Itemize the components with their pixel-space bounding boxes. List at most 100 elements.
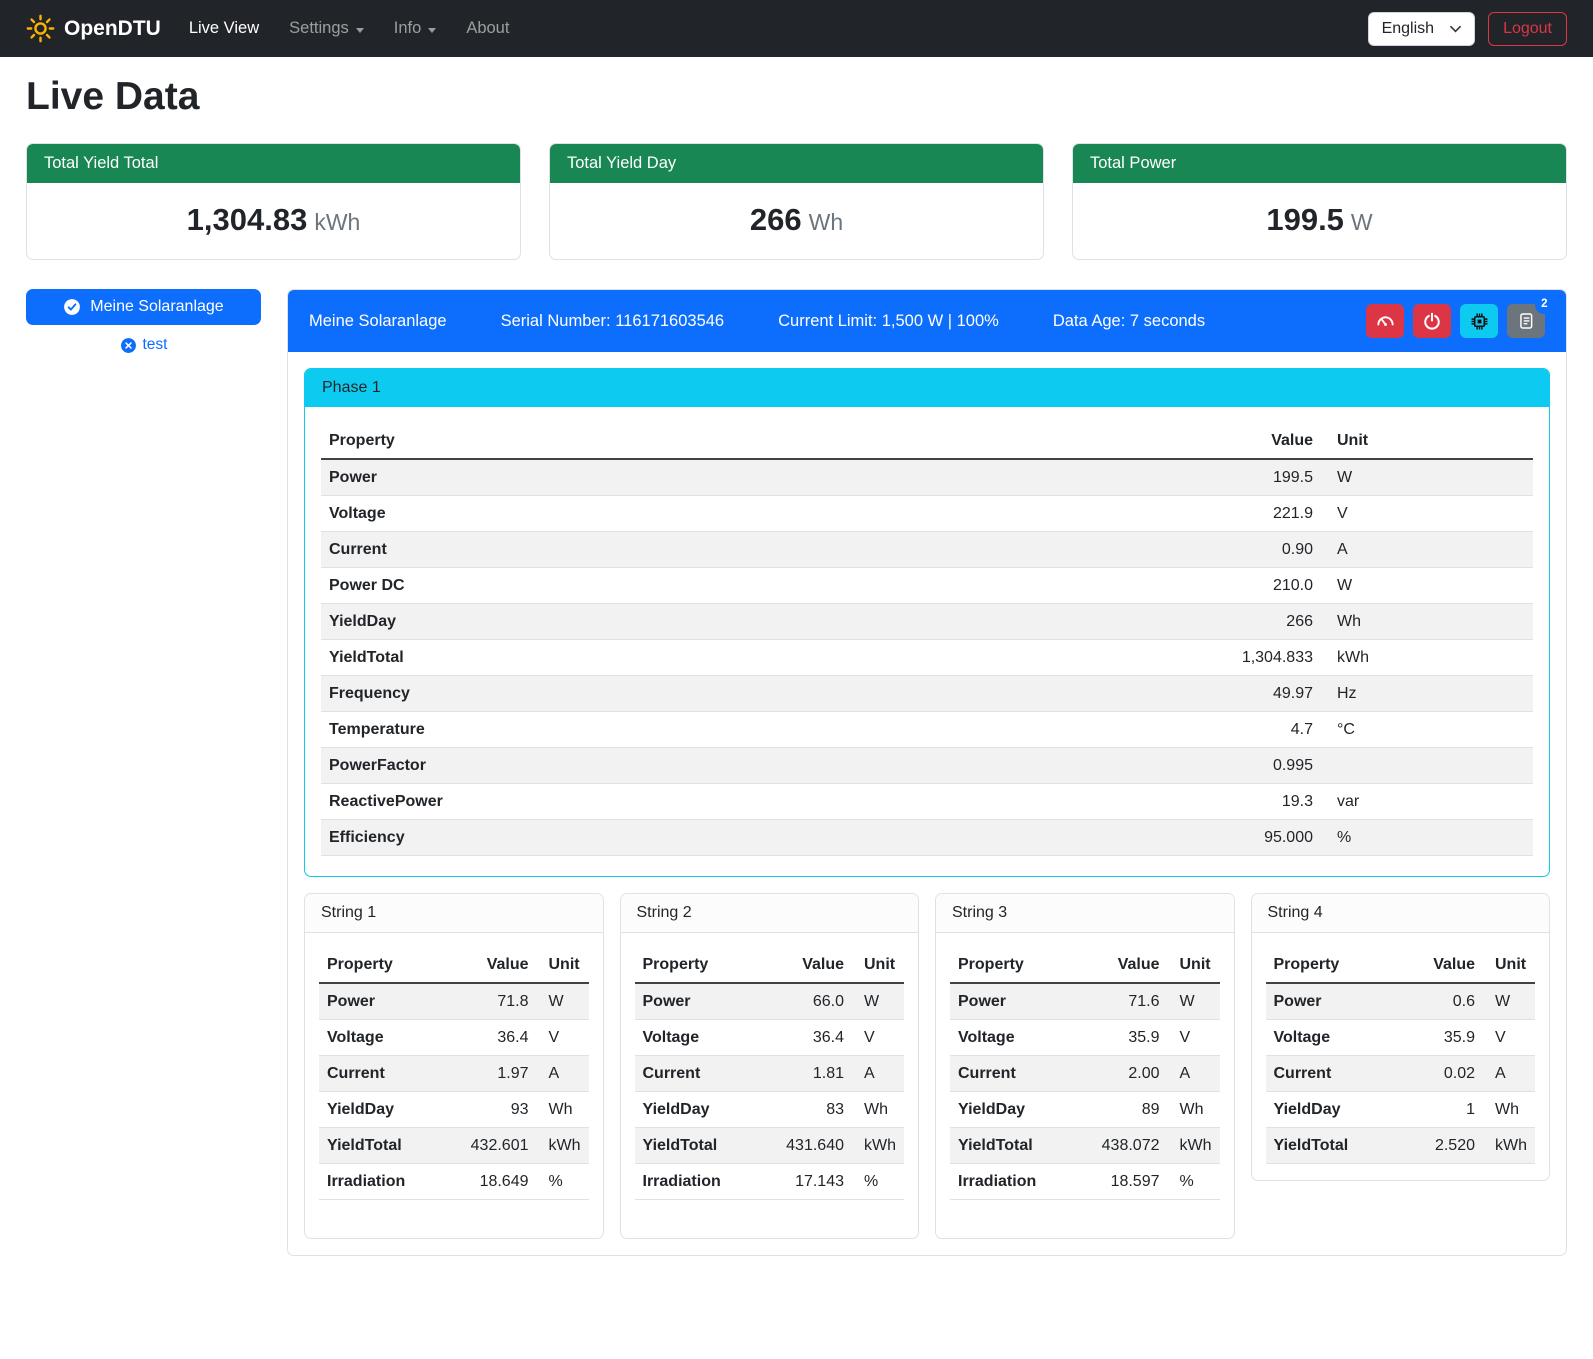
string-card-2: String 2 Property Value Unit xyxy=(620,893,920,1239)
table-row: YieldTotal 438.072 kWh xyxy=(950,1128,1220,1164)
nav-links: Live View Settings Info About xyxy=(189,19,510,38)
table-row: ReactivePower 19.3 var xyxy=(321,784,1533,820)
property-unit: kWh xyxy=(1483,1128,1535,1164)
property-name: YieldDay xyxy=(319,1092,451,1128)
property-name: YieldTotal xyxy=(950,1128,1082,1164)
column-header-property: Property xyxy=(321,423,1171,459)
inverter-sidebar: Meine Solaranlage test xyxy=(26,289,261,354)
string-title: String 4 xyxy=(1252,894,1550,933)
nav-about[interactable]: About xyxy=(466,19,509,38)
column-header-unit: Unit xyxy=(537,947,589,983)
property-value: 95.000 xyxy=(1171,820,1321,856)
column-header-value: Value xyxy=(1397,947,1483,983)
property-name: PowerFactor xyxy=(321,748,1171,784)
power-toggle-button[interactable] xyxy=(1413,304,1451,338)
column-header-property: Property xyxy=(1266,947,1398,983)
table-row: YieldTotal 432.601 kWh xyxy=(319,1128,589,1164)
table-row: Power 199.5 W xyxy=(321,459,1533,496)
column-header-value: Value xyxy=(451,947,537,983)
property-unit: % xyxy=(537,1164,589,1200)
property-value: 431.640 xyxy=(766,1128,852,1164)
brand[interactable]: OpenDTU xyxy=(26,14,161,43)
nav-settings[interactable]: Settings xyxy=(289,19,364,38)
column-header-property: Property xyxy=(319,947,451,983)
property-value: 432.601 xyxy=(451,1128,537,1164)
property-unit: A xyxy=(1483,1056,1535,1092)
property-value: 18.649 xyxy=(451,1164,537,1200)
summary-card-value: 266 xyxy=(750,202,802,237)
inverter-panel: Meine Solaranlage Serial Number: 1161716… xyxy=(287,289,1567,1256)
property-name: YieldTotal xyxy=(319,1128,451,1164)
table-row: Power 71.6 W xyxy=(950,983,1220,1020)
column-header-unit: Unit xyxy=(852,947,904,983)
property-value: 18.597 xyxy=(1082,1164,1168,1200)
nav-info[interactable]: Info xyxy=(394,19,437,38)
property-value: 0.90 xyxy=(1171,532,1321,568)
property-value: 1 xyxy=(1397,1092,1483,1128)
table-row: Power DC 210.0 W xyxy=(321,568,1533,604)
property-value: 0.995 xyxy=(1171,748,1321,784)
check-circle-icon xyxy=(63,298,81,316)
property-name: YieldDay xyxy=(950,1092,1082,1128)
property-value: 71.6 xyxy=(1082,983,1168,1020)
limit-settings-button[interactable] xyxy=(1366,304,1404,338)
logout-button[interactable]: Logout xyxy=(1488,12,1567,46)
device-info-button[interactable] xyxy=(1460,304,1498,338)
summary-card: Total Yield Total 1,304.83kWh xyxy=(26,143,521,260)
property-unit: V xyxy=(852,1020,904,1056)
inverter-select-button[interactable]: Meine Solaranlage xyxy=(26,289,261,325)
table-row: Power 66.0 W xyxy=(635,983,905,1020)
summary-card-title: Total Yield Total xyxy=(27,144,520,183)
chevron-down-icon xyxy=(356,28,364,33)
property-name: Power xyxy=(1266,983,1398,1020)
property-unit: Wh xyxy=(852,1092,904,1128)
property-value: 2.520 xyxy=(1397,1128,1483,1164)
property-unit: W xyxy=(1321,459,1533,496)
summary-card-value: 199.5 xyxy=(1266,202,1344,237)
inverter-data-age: Data Age: 7 seconds xyxy=(1053,312,1205,331)
event-log-button[interactable]: 2 xyxy=(1507,304,1545,338)
inverter-current-limit: Current Limit: 1,500 W | 100% xyxy=(778,312,999,331)
language-selected-value: English xyxy=(1382,20,1434,38)
property-unit: W xyxy=(1168,983,1220,1020)
property-unit: A xyxy=(852,1056,904,1092)
property-name: Irradiation xyxy=(635,1164,767,1200)
table-row: Efficiency 95.000 % xyxy=(321,820,1533,856)
property-name: Voltage xyxy=(321,496,1171,532)
property-name: Irradiation xyxy=(950,1164,1082,1200)
property-value: 438.072 xyxy=(1082,1128,1168,1164)
column-header-value: Value xyxy=(1171,423,1321,459)
inverter-actions: 2 xyxy=(1366,304,1545,338)
inverter-toggle-test[interactable]: test xyxy=(120,336,168,354)
property-unit: Wh xyxy=(1321,604,1533,640)
property-unit: V xyxy=(1168,1020,1220,1056)
inverter-name: Meine Solaranlage xyxy=(309,312,447,331)
nav-live-view[interactable]: Live View xyxy=(189,19,259,38)
property-unit: % xyxy=(1321,820,1533,856)
strings-row: String 1 Property Value Unit xyxy=(304,893,1550,1239)
table-row: Voltage 35.9 V xyxy=(950,1020,1220,1056)
property-unit: W xyxy=(1321,568,1533,604)
table-row: YieldDay 89 Wh xyxy=(950,1092,1220,1128)
property-name: Current xyxy=(950,1056,1082,1092)
property-unit: A xyxy=(1168,1056,1220,1092)
property-name: Current xyxy=(1266,1056,1398,1092)
property-value: 1,304.833 xyxy=(1171,640,1321,676)
property-name: Current xyxy=(635,1056,767,1092)
summary-card: Total Yield Day 266Wh xyxy=(549,143,1044,260)
property-name: Power xyxy=(319,983,451,1020)
language-select[interactable]: English xyxy=(1368,12,1475,46)
property-unit xyxy=(1321,748,1533,784)
inverter-panel-header: Meine Solaranlage Serial Number: 1161716… xyxy=(288,290,1566,352)
phase-table: Property Value Unit Power xyxy=(321,423,1533,856)
property-value: 221.9 xyxy=(1171,496,1321,532)
string-table: Property Value Unit Power xyxy=(635,947,905,1200)
property-value: 0.02 xyxy=(1397,1056,1483,1092)
sun-logo-icon xyxy=(26,14,55,43)
property-unit: V xyxy=(537,1020,589,1056)
property-value: 36.4 xyxy=(451,1020,537,1056)
chevron-down-icon xyxy=(428,28,436,33)
summary-cards-row: Total Yield Total 1,304.83kWh Total Yiel… xyxy=(26,143,1567,260)
inverter-panel-body: Phase 1 Property Value Unit xyxy=(288,352,1566,1255)
table-row: Irradiation 17.143 % xyxy=(635,1164,905,1200)
